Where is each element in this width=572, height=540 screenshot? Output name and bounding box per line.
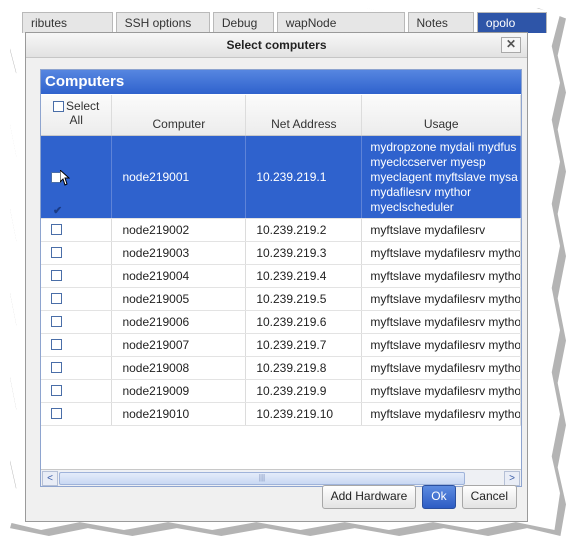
row-select-cell[interactable] bbox=[41, 242, 113, 264]
usage-cell: myftslave mydafilesrv mytho bbox=[362, 380, 521, 402]
dialog-button-bar: Add Hardware Ok Cancel bbox=[316, 485, 517, 509]
dialog-title: Select computers bbox=[226, 38, 327, 52]
tab-ssh-options[interactable]: SSH options bbox=[115, 12, 210, 33]
row-checkbox[interactable] bbox=[51, 316, 62, 327]
computer-cell: node219004 bbox=[112, 265, 247, 287]
address-cell: 10.239.219.4 bbox=[246, 265, 363, 287]
address-cell: 10.239.219.1 bbox=[246, 136, 363, 218]
row-select-cell[interactable] bbox=[41, 219, 113, 241]
grip-icon: ||| bbox=[258, 473, 266, 482]
tab-swapnode[interactable]: wapNode bbox=[276, 12, 405, 33]
address-cell: 10.239.219.2 bbox=[246, 219, 363, 241]
column-header-computer[interactable]: Computer bbox=[112, 95, 247, 135]
table-row[interactable]: ✔ node219001 10.239.219.1 mydropzone myd… bbox=[41, 136, 521, 219]
chevron-right-icon: > bbox=[509, 473, 515, 484]
table-row[interactable]: node219008 10.239.219.8 myftslave mydafi… bbox=[41, 357, 521, 380]
table-row[interactable]: node219006 10.239.219.6 myftslave mydafi… bbox=[41, 311, 521, 334]
row-select-cell[interactable] bbox=[41, 288, 113, 310]
tab-notes[interactable]: Notes bbox=[407, 12, 474, 33]
chevron-left-icon: < bbox=[47, 473, 53, 484]
add-hardware-button[interactable]: Add Hardware bbox=[321, 485, 417, 509]
computers-panel: Computers Select All Computer Net Addres… bbox=[40, 69, 522, 487]
computer-cell: node219008 bbox=[112, 357, 247, 379]
address-cell: 10.239.219.5 bbox=[246, 288, 363, 310]
scrollbar-thumb[interactable]: ||| bbox=[59, 472, 465, 485]
horizontal-scrollbar[interactable]: < ||| > bbox=[41, 469, 521, 486]
row-select-cell[interactable] bbox=[41, 403, 113, 425]
select-all-checkbox[interactable] bbox=[53, 101, 65, 112]
ok-button[interactable]: Ok bbox=[422, 485, 456, 509]
usage-cell: myftslave mydafilesrv mytho bbox=[362, 403, 521, 425]
tab-debug[interactable]: Debug bbox=[212, 12, 274, 33]
address-cell: 10.239.219.6 bbox=[246, 311, 363, 333]
tab-topology[interactable]: opolo bbox=[476, 12, 548, 33]
row-select-cell[interactable] bbox=[41, 357, 113, 379]
row-checkbox[interactable] bbox=[51, 224, 62, 235]
row-select-cell[interactable] bbox=[41, 380, 113, 402]
usage-cell: mydropzone mydali mydfus myeclccserver m… bbox=[362, 136, 521, 218]
select-all-label-top: Select bbox=[66, 99, 100, 113]
computer-cell: node219002 bbox=[112, 219, 247, 241]
select-all-header[interactable]: Select All bbox=[41, 95, 113, 135]
scroll-left-button[interactable]: < bbox=[42, 471, 58, 486]
computers-grid: Select All Computer Net Address Usage ✔ bbox=[41, 95, 521, 468]
computer-cell: node219005 bbox=[112, 288, 247, 310]
computer-cell: node219010 bbox=[112, 403, 247, 425]
usage-cell: myftslave mydafilesrv mytho bbox=[362, 288, 521, 310]
row-checkbox[interactable] bbox=[51, 247, 62, 258]
select-computers-dialog: Select computers ✕ Computers Select All … bbox=[25, 32, 528, 522]
computer-cell: node219009 bbox=[112, 380, 247, 402]
row-select-cell[interactable] bbox=[41, 334, 113, 356]
select-all-label-bottom: All bbox=[69, 113, 83, 127]
computer-cell: node219003 bbox=[112, 242, 247, 264]
computer-cell: node219006 bbox=[112, 311, 247, 333]
close-button[interactable]: ✕ bbox=[501, 37, 521, 53]
grid-header-row: Select All Computer Net Address Usage bbox=[41, 95, 521, 136]
address-cell: 10.239.219.9 bbox=[246, 380, 363, 402]
usage-cell: myftslave mydafilesrv mytho bbox=[362, 357, 521, 379]
usage-cell: myftslave mydafilesrv mytho bbox=[362, 311, 521, 333]
cancel-button[interactable]: Cancel bbox=[461, 485, 517, 509]
background-tab-strip: ributes SSH options Debug wapNode Notes … bbox=[22, 12, 550, 34]
table-row[interactable]: node219005 10.239.219.5 myftslave mydafi… bbox=[41, 288, 521, 311]
column-header-usage[interactable]: Usage bbox=[362, 95, 521, 135]
table-row[interactable]: node219004 10.239.219.4 myftslave mydafi… bbox=[41, 265, 521, 288]
usage-cell: myftslave mydafilesrv mytho bbox=[362, 334, 521, 356]
row-checkbox[interactable] bbox=[51, 408, 62, 419]
column-header-net-address[interactable]: Net Address bbox=[246, 95, 363, 135]
close-icon: ✕ bbox=[505, 37, 517, 51]
mouse-cursor-icon bbox=[60, 170, 70, 186]
table-row[interactable]: node219009 10.239.219.9 myftslave mydafi… bbox=[41, 380, 521, 403]
computer-cell: node219001 bbox=[112, 136, 247, 218]
scroll-right-button[interactable]: > bbox=[504, 471, 520, 486]
computer-cell: node219007 bbox=[112, 334, 247, 356]
usage-cell: myftslave mydafilesrv bbox=[362, 219, 521, 241]
address-cell: 10.239.219.10 bbox=[246, 403, 363, 425]
row-select-cell[interactable]: ✔ bbox=[41, 136, 113, 218]
usage-cell: myftslave mydafilesrv mytho bbox=[362, 242, 521, 264]
panel-title: Computers bbox=[41, 70, 521, 94]
address-cell: 10.239.219.8 bbox=[246, 357, 363, 379]
address-cell: 10.239.219.7 bbox=[246, 334, 363, 356]
table-row[interactable]: node219003 10.239.219.3 myftslave mydafi… bbox=[41, 242, 521, 265]
table-row[interactable]: node219007 10.239.219.7 myftslave mydafi… bbox=[41, 334, 521, 357]
row-checkbox[interactable] bbox=[51, 362, 62, 373]
table-row[interactable]: node219010 10.239.219.10 myftslave mydaf… bbox=[41, 403, 521, 426]
row-checkbox[interactable] bbox=[51, 385, 62, 396]
row-checkbox[interactable] bbox=[51, 293, 62, 304]
row-select-cell[interactable] bbox=[41, 265, 113, 287]
dialog-titlebar: Select computers ✕ bbox=[26, 33, 527, 58]
address-cell: 10.239.219.3 bbox=[246, 242, 363, 264]
tab-attributes[interactable]: ributes bbox=[22, 12, 113, 33]
row-checkbox[interactable] bbox=[51, 339, 62, 350]
row-select-cell[interactable] bbox=[41, 311, 113, 333]
table-row[interactable]: node219002 10.239.219.2 myftslave mydafi… bbox=[41, 219, 521, 242]
usage-cell: myftslave mydafilesrv mytho bbox=[362, 265, 521, 287]
row-checkbox[interactable] bbox=[51, 270, 62, 281]
